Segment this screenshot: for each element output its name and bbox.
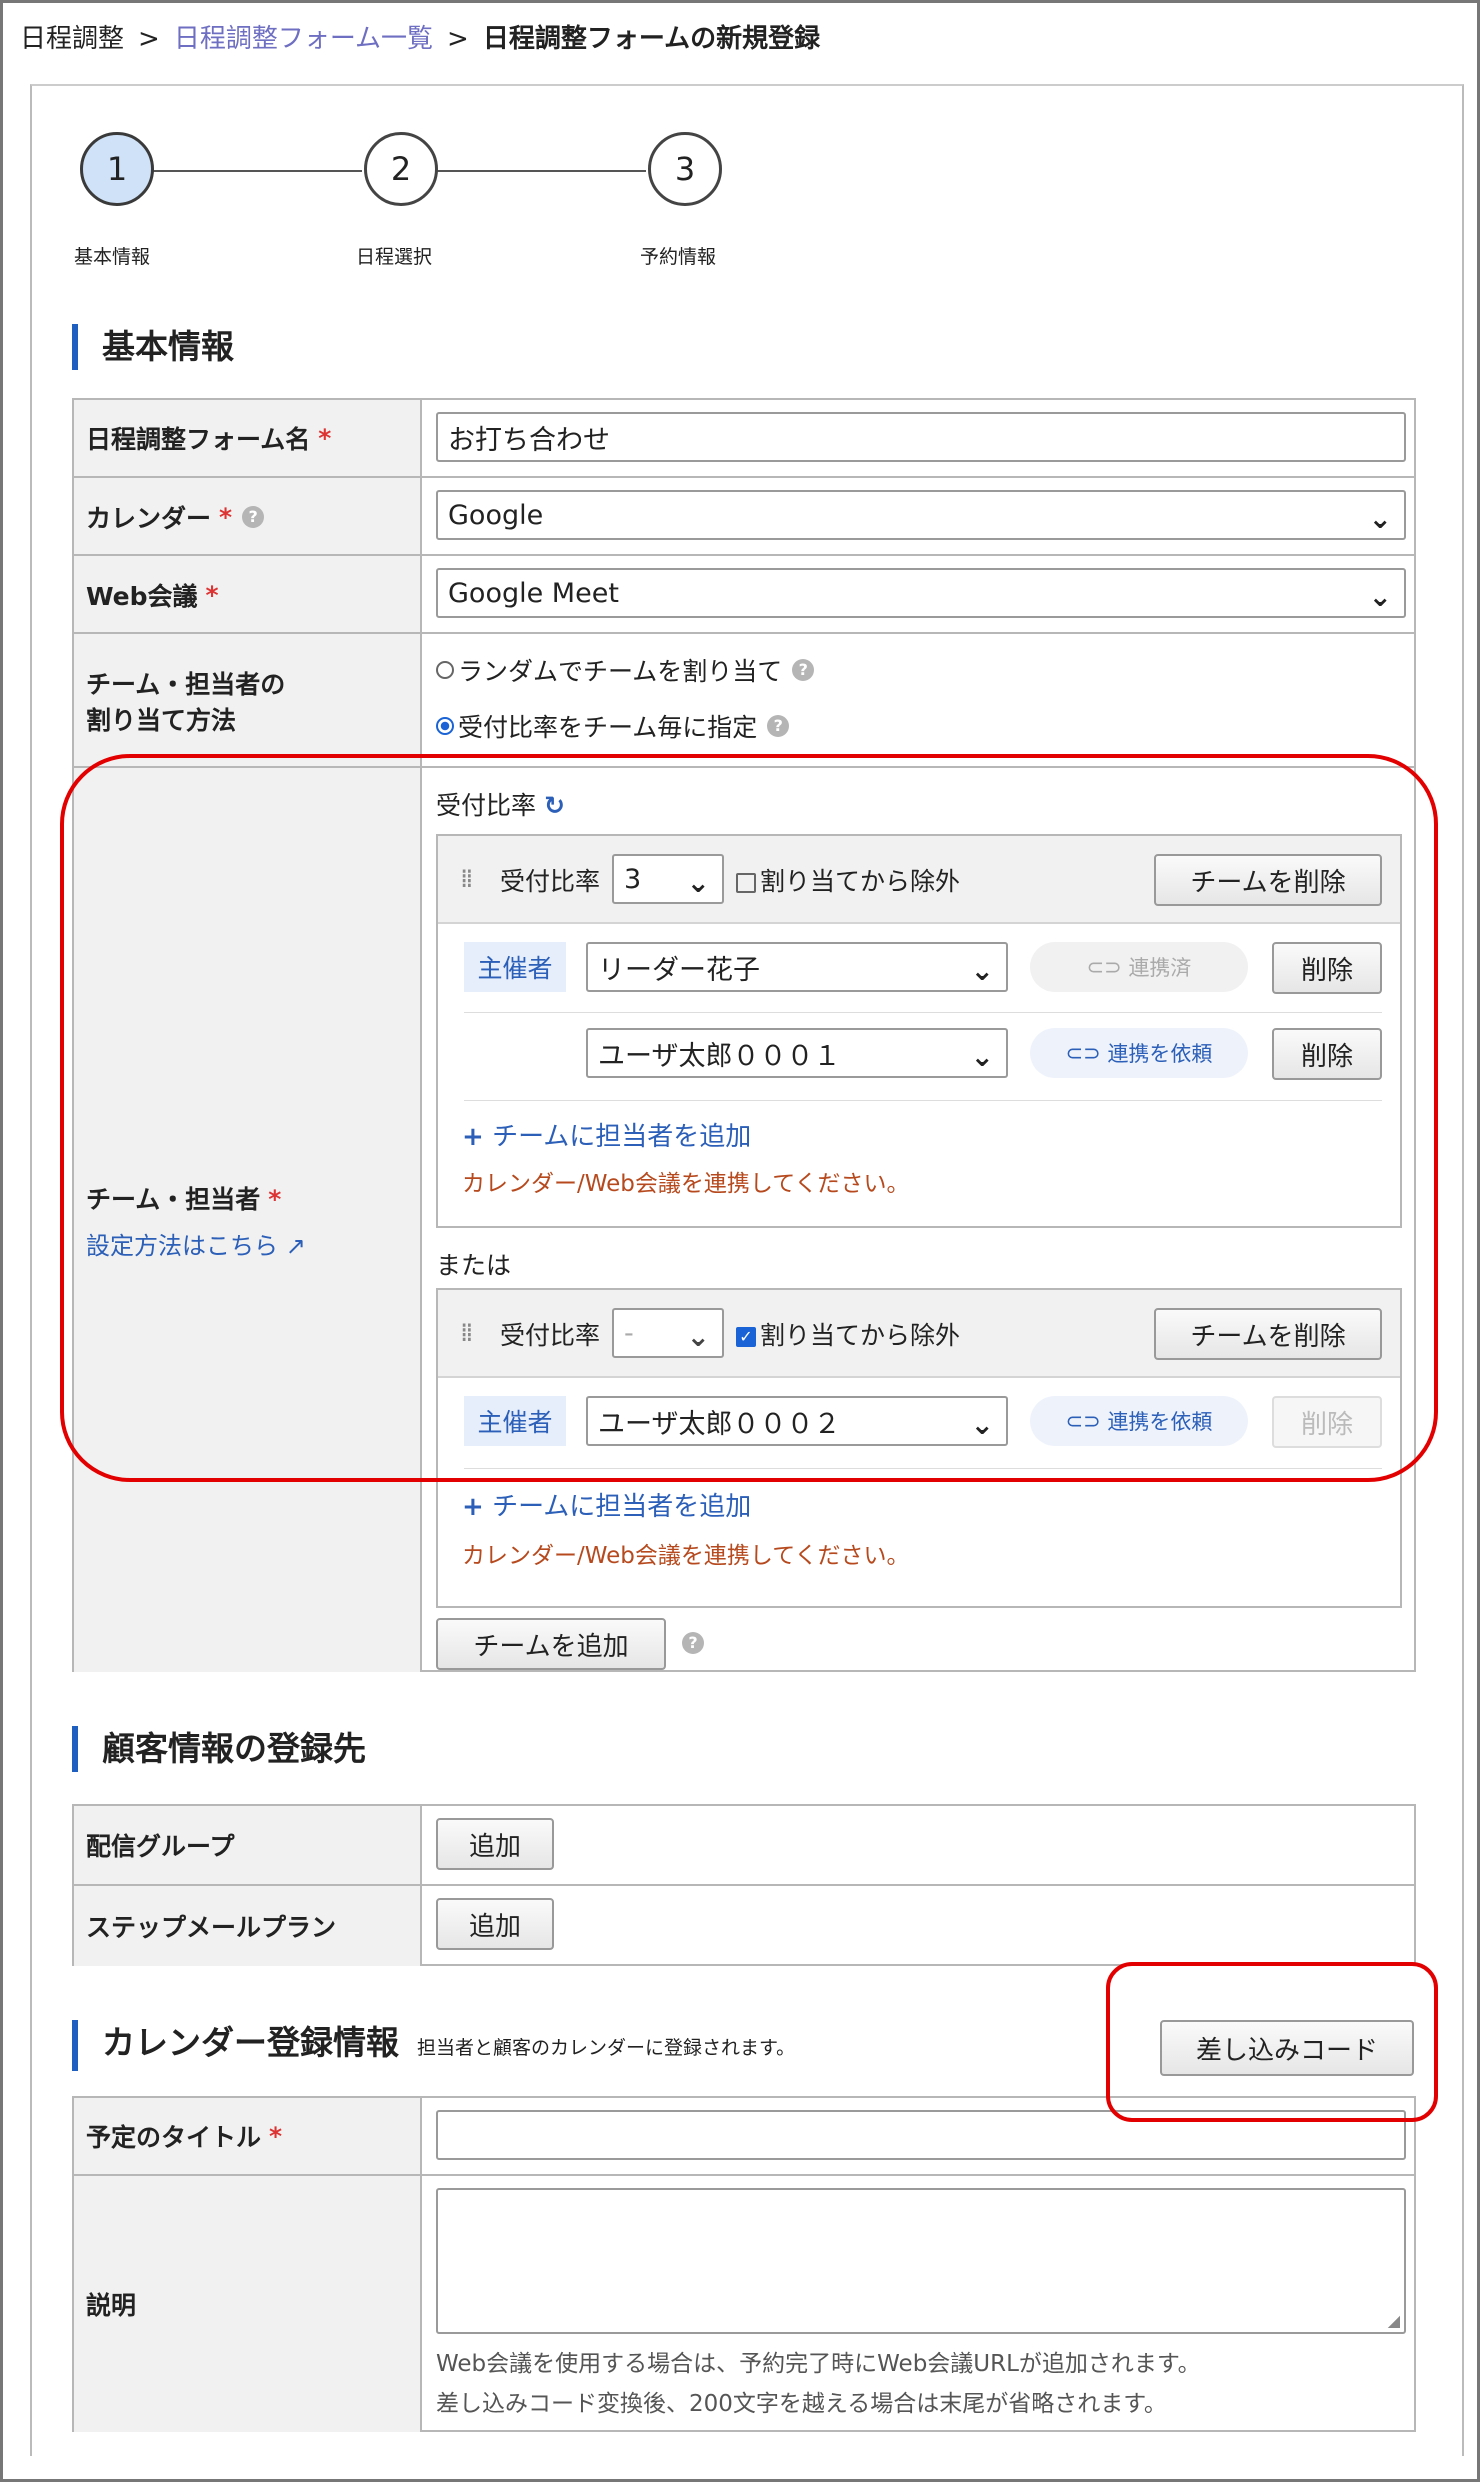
- step-connector: [152, 170, 362, 172]
- web-conference-select[interactable]: Google Meet ⌄: [436, 568, 1406, 618]
- row-web-conference: Web会議 * Google Meet ⌄: [74, 554, 1414, 634]
- add-delivery-group-button[interactable]: 追加: [436, 1818, 554, 1870]
- team-2-warning: カレンダー/Web会議を連携してください。: [462, 1543, 910, 1569]
- row-calendar: カレンダー *? Google ⌄: [74, 476, 1414, 556]
- row-form-name: 日程調整フォーム名 * お打ち合わせ: [74, 400, 1414, 476]
- help-icon[interactable]: ?: [682, 1632, 704, 1654]
- help-icon[interactable]: ?: [767, 715, 790, 737]
- help-icon[interactable]: ?: [792, 659, 815, 681]
- step-1: 1: [80, 132, 154, 206]
- section-calendar-note: 担当者と顧客のカレンダーに登録されます。: [417, 2037, 796, 2059]
- step-connector: [436, 170, 646, 172]
- step-label-3: 予約情報: [640, 246, 717, 268]
- section-basic-title: 基本情報: [72, 324, 234, 370]
- description-note-2: 差し込みコード変換後、200文字を越える場合は末尾が省略されます。: [436, 2391, 1167, 2417]
- row-delivery-group: 配信グループ 追加: [74, 1806, 1414, 1884]
- add-step-mail-button[interactable]: 追加: [436, 1898, 554, 1950]
- radio-random-assign[interactable]: ランダムでチームを割り当て?: [436, 652, 815, 688]
- description-note-1: Web会議を使用する場合は、予約完了時にWeb会議URLが追加されます。: [436, 2351, 1201, 2377]
- calendar-select[interactable]: Google ⌄: [436, 490, 1406, 540]
- chevron-down-icon: ⌄: [1368, 502, 1392, 535]
- highlight-teams-area: [60, 754, 1438, 1482]
- calendar-info-table: 予定のタイトル * 説明 ◢ Web会議を使用する場合は、予約完了時にWeb会議U…: [72, 2096, 1416, 2432]
- team-2-add-member-link[interactable]: + チームに担当者を追加: [462, 1486, 751, 1523]
- chevron-down-icon: ⌄: [1368, 580, 1392, 613]
- step-label-1: 基本情報: [74, 246, 151, 268]
- row-step-mail: ステップメールプラン 追加: [74, 1884, 1414, 1966]
- step-label-2: 日程選択: [356, 246, 433, 268]
- description-textarea[interactable]: ◢: [436, 2188, 1406, 2334]
- breadcrumb-root[interactable]: 日程調整: [20, 24, 124, 54]
- customer-info-table: 配信グループ 追加 ステップメールプラン 追加: [72, 1804, 1416, 1966]
- radio-ratio-assign[interactable]: 受付比率をチーム毎に指定?: [436, 708, 790, 744]
- row-assign-method: チーム・担当者の 割り当て方法 ランダムでチームを割り当て? 受付比率をチーム毎に…: [74, 632, 1414, 768]
- radio-icon: [436, 661, 454, 679]
- step-2: 2: [364, 132, 438, 206]
- breadcrumb: 日程調整 > 日程調整フォーム一覧 > 日程調整フォームの新規登録: [20, 24, 821, 54]
- section-customer-title: 顧客情報の登録先: [72, 1726, 366, 1772]
- highlight-insert-code: [1106, 1962, 1438, 2122]
- radio-selected-icon: [436, 717, 454, 735]
- row-description: 説明 ◢ Web会議を使用する場合は、予約完了時にWeb会議URLが追加されます…: [74, 2174, 1414, 2432]
- help-icon[interactable]: ?: [242, 506, 265, 528]
- step-3: 3: [648, 132, 722, 206]
- breadcrumb-current: 日程調整フォームの新規登録: [482, 24, 821, 54]
- add-team-button[interactable]: チームを追加: [436, 1618, 666, 1670]
- resize-handle-icon[interactable]: ◢: [1388, 2311, 1400, 2330]
- section-calendar-title: カレンダー登録情報 担当者と顧客のカレンダーに登録されます。: [72, 2020, 795, 2071]
- form-name-input[interactable]: お打ち合わせ: [436, 412, 1406, 462]
- breadcrumb-form-list[interactable]: 日程調整フォーム一覧: [174, 24, 433, 54]
